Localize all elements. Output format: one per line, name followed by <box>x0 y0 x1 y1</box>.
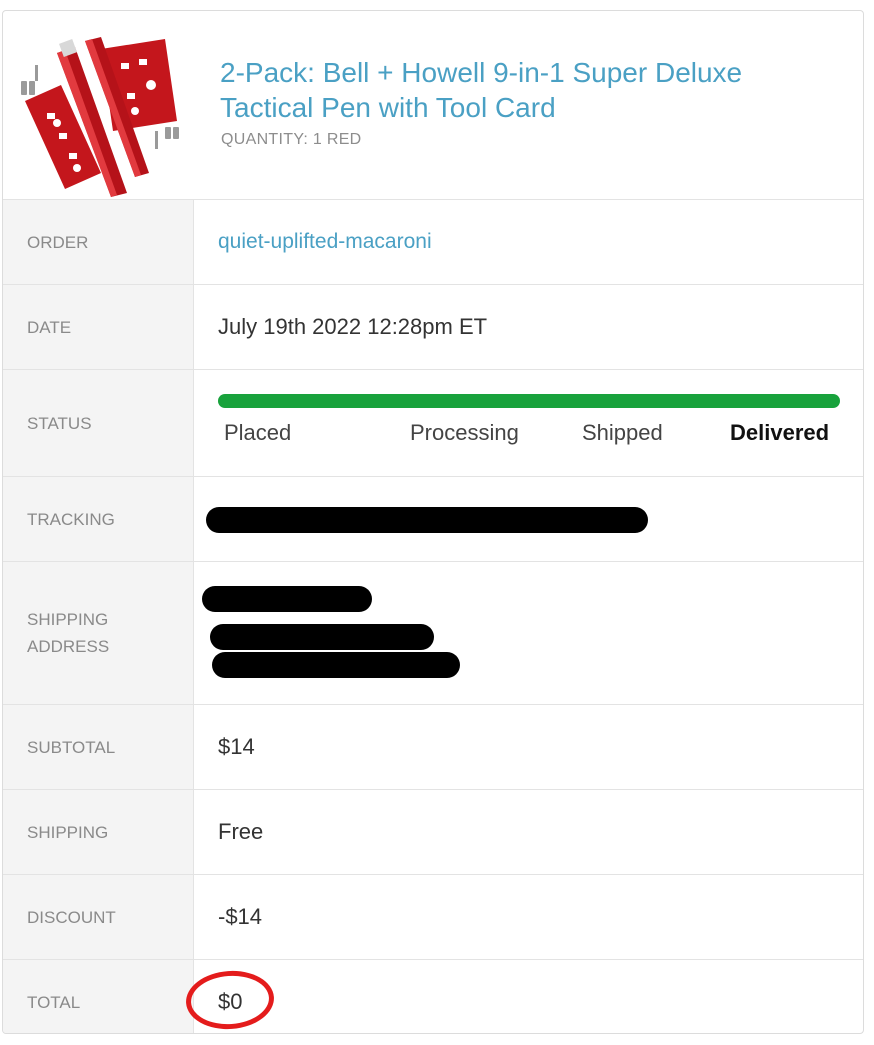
status-step-processing: Processing <box>410 420 519 445</box>
redaction-mark <box>212 652 460 678</box>
order-id-link[interactable]: quiet-uplifted-macaroni <box>218 230 432 254</box>
shipping-address-row: SHIPPING ADDRESS <box>3 562 863 705</box>
status-step-shipped: Shipped <box>582 420 663 445</box>
product-quantity: QUANTITY: 1 RED <box>221 131 362 148</box>
shipping-label: SHIPPING <box>3 790 194 874</box>
subtotal-value: $14 <box>218 734 255 759</box>
date-row: DATE July 19th 2022 12:28pm ET <box>3 285 863 370</box>
tracking-row: TRACKING <box>3 477 863 562</box>
status-label: STATUS <box>3 370 194 476</box>
redaction-mark <box>210 624 434 650</box>
shipping-value: Free <box>218 819 264 844</box>
status-progress-bar <box>218 394 840 408</box>
shipping-address-redacted <box>194 562 863 704</box>
status-steps: Placed Processing Shipped Delivered <box>218 420 840 452</box>
product-header: 2-Pack: Bell + Howell 9-in-1 Super Delux… <box>3 11 863 200</box>
redaction-mark <box>206 507 648 533</box>
product-title-link[interactable]: 2-Pack: Bell + Howell 9-in-1 Super Delux… <box>220 55 820 125</box>
status-row: STATUS Placed Processing Shipped Deliver… <box>3 370 863 477</box>
tracking-label: TRACKING <box>3 477 194 561</box>
total-row: TOTAL $0 <box>3 960 863 1033</box>
order-row: ORDER quiet-uplifted-macaroni <box>3 200 863 285</box>
discount-label: DISCOUNT <box>3 875 194 959</box>
date-label: DATE <box>3 285 194 369</box>
redaction-mark <box>202 586 372 612</box>
shipping-row: SHIPPING Free <box>3 790 863 875</box>
subtotal-row: SUBTOTAL $14 <box>3 705 863 790</box>
subtotal-label: SUBTOTAL <box>3 705 194 789</box>
order-label: ORDER <box>3 200 194 284</box>
status-tracker: Placed Processing Shipped Delivered <box>194 370 863 476</box>
status-step-placed: Placed <box>224 420 292 445</box>
product-image[interactable] <box>17 23 181 199</box>
status-step-delivered: Delivered <box>730 420 830 445</box>
tracking-value-redacted <box>194 477 863 561</box>
discount-value: -$14 <box>218 904 263 929</box>
discount-row: DISCOUNT -$14 <box>3 875 863 960</box>
shipping-address-label: SHIPPING ADDRESS <box>3 562 194 704</box>
date-value: July 19th 2022 12:28pm ET <box>218 314 488 339</box>
total-label: TOTAL <box>3 960 194 1033</box>
red-circle-annotation <box>184 968 276 1032</box>
order-details-card: 2-Pack: Bell + Howell 9-in-1 Super Delux… <box>2 10 864 1034</box>
